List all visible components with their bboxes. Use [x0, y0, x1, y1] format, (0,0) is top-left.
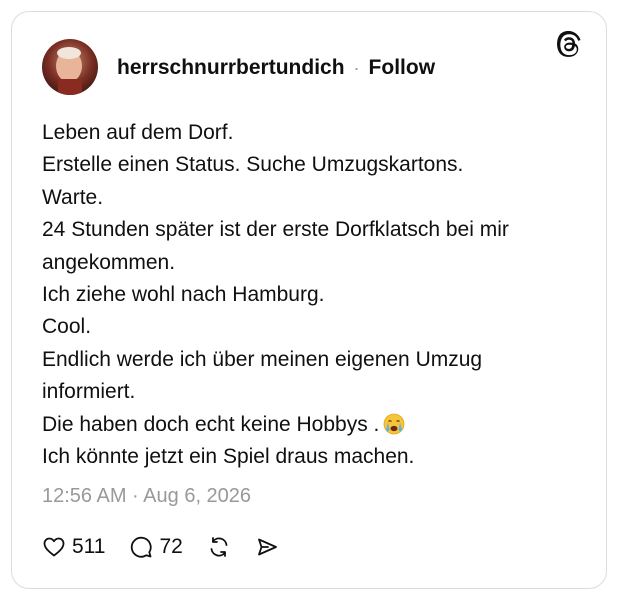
send-icon	[257, 538, 277, 556]
post-line: Ich ziehe wohl nach Hamburg.	[42, 283, 325, 307]
post-line: Warte.	[42, 185, 104, 209]
like-button[interactable]: 511	[42, 535, 105, 559]
threads-logo-icon[interactable]	[556, 31, 584, 59]
avatar[interactable]	[42, 39, 98, 95]
username[interactable]: herrschnurrbertundich	[117, 56, 345, 80]
post-line: Die haben doch echt keine Hobbys .	[42, 412, 380, 436]
post-timestamp[interactable]: 12:56 AM · Aug 6, 2026	[42, 485, 251, 508]
follow-button[interactable]: Follow	[369, 56, 436, 80]
separator-dot: ·	[353, 57, 360, 78]
post-line: angekommen.	[42, 250, 176, 274]
post-line-with-emoji: Die haben doch echt keine Hobbys .	[42, 409, 582, 441]
post-line: Ich könnte jetzt ein Spiel draus machen.	[42, 445, 415, 469]
post-line: Cool.	[42, 315, 92, 339]
threads-post-card: herrschnurrbertundich · Follow Leben auf…	[11, 11, 607, 589]
repost-button[interactable]	[207, 535, 231, 559]
post-line: Endlich werde ich über meinen eigenen Um…	[42, 347, 483, 371]
share-button[interactable]	[255, 535, 279, 559]
repost-icon	[210, 537, 228, 557]
post-line: 24 Stunden später ist der erste Dorfklat…	[42, 218, 509, 242]
reply-button[interactable]: 72	[129, 535, 183, 559]
post-header: herrschnurrbertundich · Follow	[117, 56, 435, 80]
post-line: informiert.	[42, 380, 136, 404]
crying-face-emoji-icon	[383, 413, 405, 435]
action-bar: 511 72	[42, 535, 303, 559]
like-count: 511	[72, 535, 106, 558]
reply-count: 72	[159, 535, 183, 558]
comment-icon	[131, 536, 153, 558]
post-line: Erstelle einen Status. Suche Umzugskarto…	[42, 153, 464, 177]
post-line: Leben auf dem Dorf.	[42, 121, 234, 144]
heart-icon	[43, 537, 65, 557]
post-body: Leben auf dem Dorf. Erstelle einen Statu…	[42, 117, 582, 473]
